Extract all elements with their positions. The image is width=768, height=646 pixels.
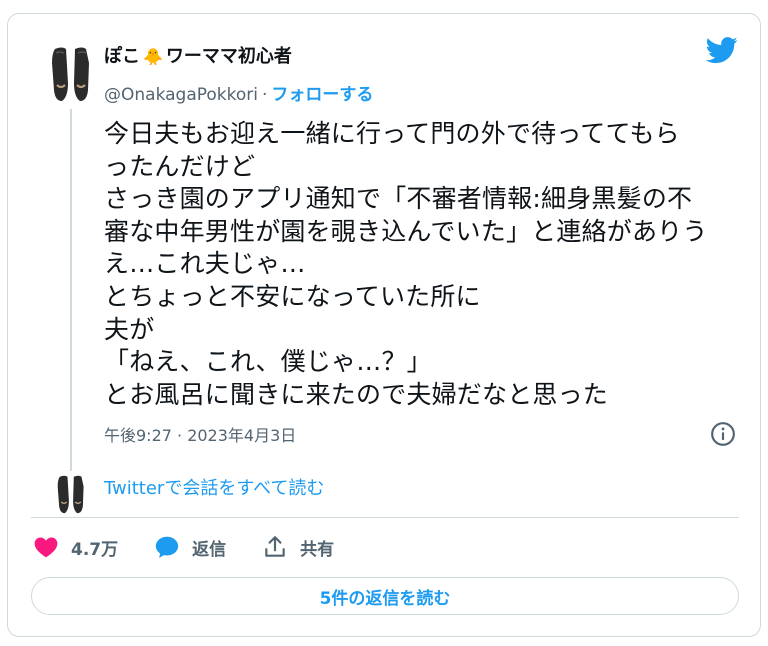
handle-row: @OnakagaPokkori · フォローする [104, 80, 373, 105]
like-button[interactable]: 4.7万 [33, 534, 118, 560]
tweet-line: さっき園のアプリ通知で「不審者情報:細身黒髪の不 [104, 184, 693, 214]
read-replies-button[interactable]: 5件の返信を読む [31, 577, 739, 615]
tweet-text: 今日夫もお迎え一緒に行って門の外で待っててもら ったんだけど さっき園のアプリ通… [104, 118, 752, 411]
like-count: 4.7万 [71, 539, 119, 560]
tweet-line: ったんだけど [104, 151, 256, 181]
tweet-line: とお風呂に聞きに来たので夫婦だなと思った [104, 379, 609, 409]
display-name-part2: ワーママ初心者 [165, 46, 292, 67]
tweet-line: とちょっと不安になっていた所に [104, 281, 481, 311]
follow-button[interactable]: フォローする [271, 85, 373, 105]
shoes-avatar-icon[interactable] [46, 45, 96, 105]
twitter-bird-icon[interactable] [705, 34, 738, 66]
share-label: 共有 [300, 539, 335, 560]
tweet-card: ぽこ 🐥 ワーママ初心者 @OnakagaPokkori · フォローする 今日夫もお迎… [7, 13, 761, 637]
separator-dot: · [262, 85, 268, 105]
share-upload-icon [265, 536, 285, 557]
display-name-part1: ぽこ [104, 46, 140, 67]
read-conversation-link[interactable]: Twitterで会話をすべて読む [104, 474, 324, 500]
tweet-timestamp[interactable]: 午後9:27 · 2023年4月3日 [104, 422, 296, 446]
tweet-line: 夫が [104, 314, 155, 344]
thread-line [70, 109, 72, 471]
tweet-line: 審な中年男性が園を覗き込んでいた」と連絡がありう [104, 216, 708, 246]
reply-label: 返信 [192, 539, 227, 560]
share-button[interactable]: 共有 [262, 534, 334, 560]
display-name[interactable]: ぽこ 🐥 ワーママ初心者 [104, 42, 292, 68]
tweet-line: 「ねえ、これ、僕じゃ…？」 [104, 347, 432, 377]
speech-bubble-icon [155, 536, 179, 558]
user-handle[interactable]: @OnakagaPokkori [104, 85, 258, 105]
shoes-avatar-icon[interactable] [52, 474, 90, 516]
heart-icon [34, 537, 58, 558]
tweet-line: え…これ夫じゃ… [104, 249, 306, 279]
action-bar: 4.7万 返信 共有 [33, 532, 370, 562]
reply-button[interactable]: 返信 [154, 534, 226, 560]
divider [31, 517, 739, 518]
chick-emoji-icon: 🐥 [143, 47, 163, 66]
tweet-line: 今日夫もお迎え一緒に行って門の外で待っててもら [104, 119, 680, 148]
info-icon[interactable] [710, 421, 736, 447]
